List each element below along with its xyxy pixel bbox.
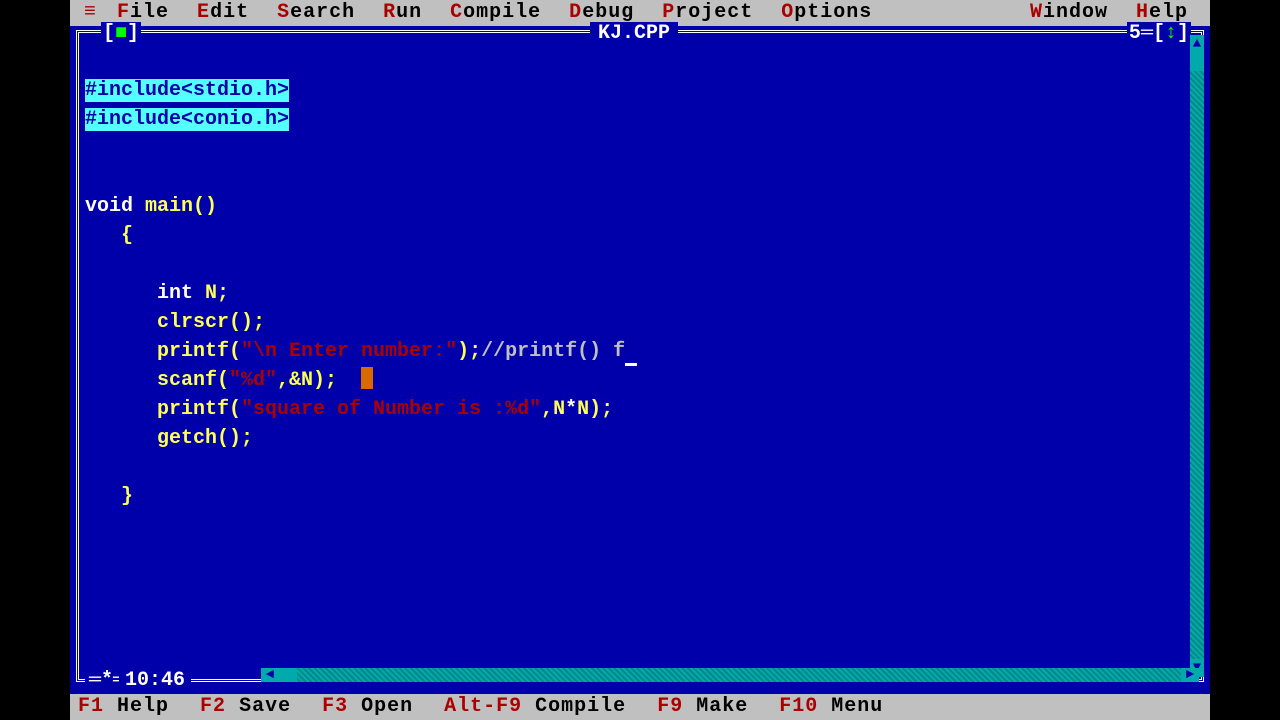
window-number-zoom[interactable]: 5═[↕]: [1127, 22, 1191, 45]
close-icon: ■: [115, 22, 127, 45]
code-line: getch();: [85, 427, 253, 450]
window-filename: KJ.CPP: [590, 22, 678, 45]
code-line: printf(: [85, 340, 241, 363]
window-titlebar: [■] KJ.CPP 5═[↕]: [79, 20, 1201, 46]
scroll-left-icon[interactable]: ◄: [261, 668, 279, 682]
hint-open[interactable]: F3 Open: [322, 695, 413, 718]
scroll-thumb[interactable]: [279, 668, 297, 682]
horizontal-scrollbar[interactable]: ◄ ►: [279, 668, 1181, 682]
code-line: int: [85, 282, 193, 305]
code-editor[interactable]: #include<stdio.h> #include<conio.h> void…: [85, 47, 1185, 665]
code-line: void: [85, 195, 133, 218]
code-line: printf(: [85, 398, 241, 421]
scroll-right-icon[interactable]: ►: [1181, 668, 1199, 682]
status-bar: F1 Help F2 Save F3 Open Alt-F9 Compile F…: [70, 694, 1210, 720]
hint-help[interactable]: F1 Help: [78, 695, 169, 718]
hint-compile[interactable]: Alt-F9 Compile: [444, 695, 626, 718]
hint-make[interactable]: F9 Make: [657, 695, 748, 718]
editor-window: [■] KJ.CPP 5═[↕] #include<stdio.h> #incl…: [76, 30, 1204, 682]
hint-save[interactable]: F2 Save: [200, 695, 291, 718]
code-line: {: [85, 224, 133, 247]
hint-menu[interactable]: F10 Menu: [779, 695, 883, 718]
text-cursor: [361, 367, 373, 389]
zoom-icon: ↕: [1165, 22, 1177, 45]
vertical-scrollbar[interactable]: ▲ ▼: [1190, 53, 1204, 659]
code-line: scanf(: [85, 369, 229, 392]
code-line: }: [85, 485, 133, 508]
close-box[interactable]: [■]: [101, 22, 141, 45]
scroll-up-icon[interactable]: ▲: [1190, 35, 1204, 53]
ide-screen: ≡ File Edit Search Run Compile Debug Pro…: [70, 0, 1210, 720]
code-line: clrscr();: [85, 311, 265, 334]
code-line: #include<stdio.h>: [85, 79, 289, 102]
cursor-position: 10:46: [119, 669, 191, 692]
code-line: #include<conio.h>: [85, 108, 289, 131]
scroll-thumb[interactable]: [1190, 53, 1204, 71]
